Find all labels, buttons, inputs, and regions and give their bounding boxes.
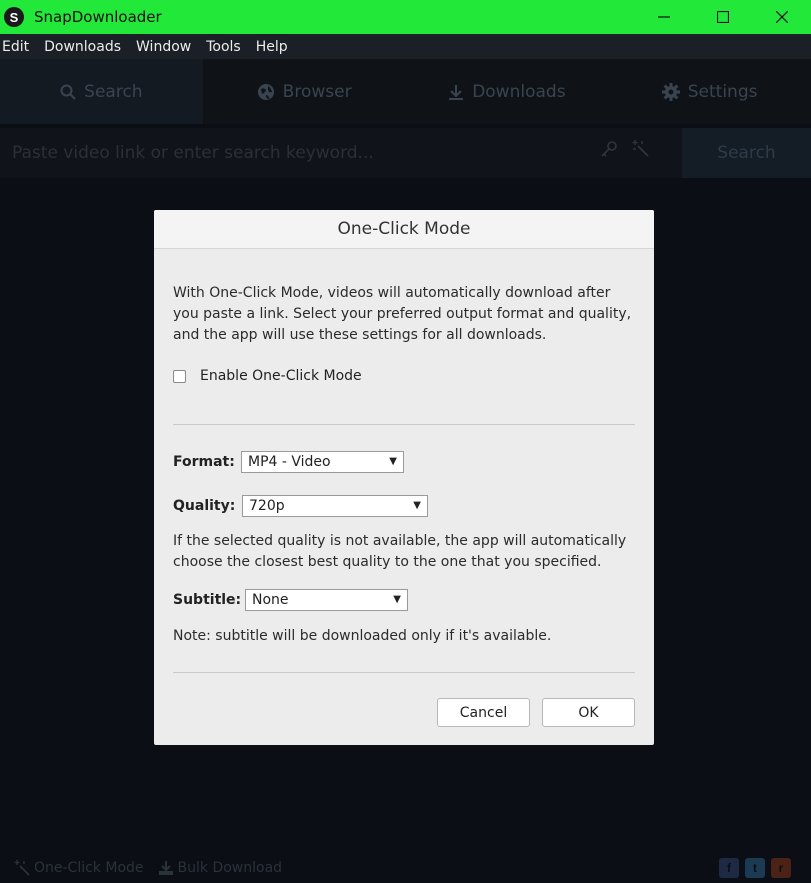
download-icon [449, 84, 464, 100]
tab-settings[interactable]: Settings [608, 59, 811, 124]
quality-value: 720p [249, 498, 285, 514]
quality-select[interactable]: 720p ▼ [242, 495, 428, 517]
magic-wand-icon[interactable] [632, 140, 650, 158]
format-label: Format: [173, 454, 235, 470]
search-input[interactable] [0, 128, 682, 178]
tab-downloads[interactable]: Downloads [406, 59, 609, 124]
enable-one-click-checkbox[interactable] [173, 369, 186, 383]
facebook-icon[interactable]: f [719, 858, 739, 878]
bulk-download-button[interactable]: Bulk Download [158, 860, 283, 876]
format-value: MP4 - Video [248, 454, 331, 470]
divider [173, 424, 635, 425]
menu-downloads[interactable]: Downloads [42, 39, 126, 55]
one-click-mode-label: One-Click Mode [34, 860, 144, 876]
tab-search[interactable]: Search [0, 59, 203, 124]
gear-icon [661, 82, 680, 101]
window-controls [634, 0, 811, 34]
enable-one-click-label: Enable One-Click Mode [200, 368, 362, 384]
format-select[interactable]: MP4 - Video ▼ [241, 451, 404, 473]
status-bar: One-Click Mode Bulk Download f t r [0, 853, 811, 883]
key-icon[interactable] [600, 140, 618, 158]
search-icon [60, 84, 76, 100]
minimize-button[interactable] [634, 0, 693, 34]
enable-one-click-row[interactable]: Enable One-Click Mode [173, 368, 362, 384]
tab-settings-label: Settings [687, 81, 758, 102]
menu-help[interactable]: Help [254, 39, 293, 55]
quality-note: If the selected quality is not available… [173, 533, 627, 570]
subtitle-value: None [252, 592, 289, 608]
close-button[interactable] [752, 0, 811, 34]
menu-edit[interactable]: Edit [0, 39, 34, 55]
chevron-down-icon: ▼ [413, 500, 421, 511]
dialog-description: With One-Click Mode, videos will automat… [173, 285, 632, 343]
quality-label: Quality: [173, 498, 236, 514]
download-icon [158, 861, 173, 875]
main-tabs: Search Browser Downloads Settings [0, 59, 811, 124]
menu-tools[interactable]: Tools [204, 39, 246, 55]
close-icon [775, 11, 788, 23]
magic-wand-icon [14, 860, 30, 876]
tab-search-label: Search [84, 81, 143, 102]
minimize-icon [657, 16, 670, 18]
subtitle-note: Note: subtitle will be downloaded only i… [173, 628, 552, 644]
twitter-icon[interactable]: t [745, 858, 765, 878]
input-icons [600, 140, 650, 158]
globe-icon [257, 83, 274, 100]
cancel-button[interactable]: Cancel [437, 698, 530, 727]
one-click-mode-dialog: One-Click Mode With One-Click Mode, vide… [154, 210, 654, 745]
tab-browser[interactable]: Browser [203, 59, 406, 124]
chevron-down-icon: ▼ [393, 594, 401, 605]
subtitle-select[interactable]: None ▼ [245, 589, 408, 611]
bulk-download-label: Bulk Download [177, 860, 283, 876]
tab-browser-label: Browser [282, 81, 352, 102]
divider [173, 672, 635, 673]
search-button[interactable]: Search [682, 128, 811, 178]
title-bar: S SnapDownloader [0, 0, 811, 34]
maximize-button[interactable] [693, 0, 752, 34]
one-click-mode-button[interactable]: One-Click Mode [14, 860, 144, 876]
maximize-icon [716, 11, 729, 23]
subtitle-label: Subtitle: [173, 592, 242, 608]
ok-button[interactable]: OK [542, 698, 635, 727]
dialog-title: One-Click Mode [154, 210, 654, 249]
app-logo: S [4, 7, 24, 27]
reddit-icon[interactable]: r [771, 858, 791, 878]
menu-window[interactable]: Window [134, 39, 196, 55]
window-title: SnapDownloader [34, 8, 162, 26]
chevron-down-icon: ▼ [389, 456, 397, 467]
tab-downloads-label: Downloads [472, 81, 566, 102]
menu-bar: Edit Downloads Window Tools Help [0, 34, 811, 59]
search-row: Search [0, 124, 811, 180]
social-links: f t r [719, 858, 791, 878]
